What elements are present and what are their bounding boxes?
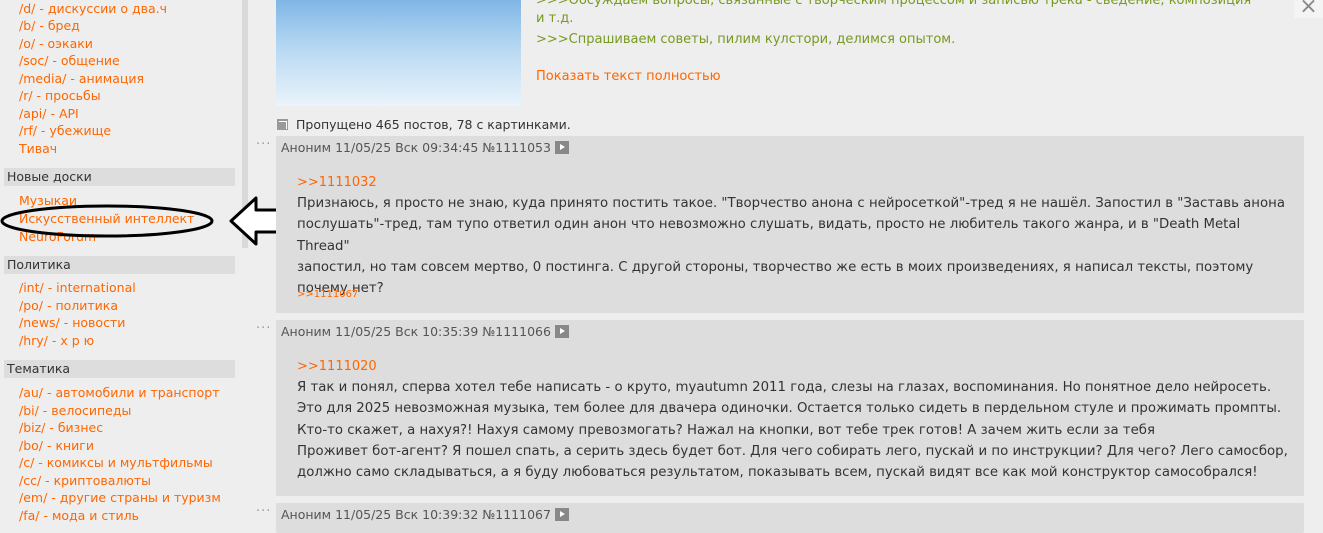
board-link-o[interactable]: /o/ - оэкаки (19, 35, 93, 52)
board-link-cc[interactable]: /cc/ - криптовалюты (19, 472, 151, 489)
board-link-bo[interactable]: /bo/ - книги (19, 437, 94, 454)
board-link-po[interactable]: /po/ - политика (19, 297, 118, 314)
board-link-em[interactable]: /em/ - другие страны и туризм (19, 489, 221, 506)
reply-link[interactable]: >>1111020 (297, 359, 377, 374)
post-header: Аноним 11/05/25 Вск 10:39:32 №1111067 (281, 507, 569, 522)
expand-icon[interactable] (277, 119, 288, 130)
show-full-text-link[interactable]: Показать текст полностью (536, 69, 721, 84)
board-link-biz[interactable]: /biz/ - бизнес (19, 419, 103, 436)
section-header-politics[interactable]: Политика (4, 256, 235, 274)
op-quote-line: >>>Обсуждаем вопросы, связанные с творче… (536, 0, 1252, 8)
sidebar: /d/ - дискуссии о два.ч /b/ - бред /o/ -… (0, 0, 242, 523)
post: ··· Аноним 11/05/25 Вск 10:35:39 №111106… (256, 320, 1304, 496)
post-header: Аноним 11/05/25 Вск 09:34:45 №1111053 (281, 140, 569, 155)
post-line: Кто-то скажет, а нахуя?! Нахуя самому пр… (297, 422, 1155, 438)
board-link-rf[interactable]: /rf/ - убежище (19, 122, 111, 139)
close-icon[interactable]: × (1294, 0, 1323, 18)
play-icon[interactable] (554, 141, 569, 154)
board-link-fa[interactable]: /fa/ - мода и стиль (19, 507, 139, 523)
board-link-news[interactable]: /news/ - новости (19, 314, 125, 331)
post-menu-dots[interactable]: ··· (256, 137, 271, 152)
play-icon[interactable] (554, 325, 569, 338)
board-link-api[interactable]: /api/ - API (19, 105, 79, 122)
board-link-au[interactable]: /au/ - автомобили и транспорт (19, 384, 219, 401)
op-quote-line: >>>Спрашиваем советы, пилим кулстори, де… (536, 32, 956, 47)
post-body: Я так и понял, сперва хотел тебе написат… (297, 377, 1297, 483)
board-link-bi[interactable]: /bi/ - велосипеды (19, 402, 131, 419)
backlink[interactable]: >>1111067 (297, 289, 358, 300)
post-body: Признаюсь, я просто не знаю, куда принят… (297, 193, 1297, 299)
post: ··· Аноним 11/05/25 Вск 10:39:32 №111106… (256, 503, 1304, 533)
post-menu-dots[interactable]: ··· (256, 504, 271, 519)
post-header-text: Аноним 11/05/25 Вск 10:39:32 №1111067 (281, 507, 551, 522)
post-header-text: Аноним 11/05/25 Вск 09:34:45 №1111053 (281, 140, 551, 155)
post-menu-dots[interactable]: ··· (256, 321, 271, 336)
board-link-c[interactable]: /c/ - комиксы и мультфильмы (19, 454, 213, 471)
omitted-posts-notice: Пропущено 465 постов, 78 с картинками. (277, 117, 571, 132)
post-line: послушать"-тред, там тупо ответил один а… (297, 217, 1241, 254)
post-line: Признаюсь, я просто не знаю, куда принят… (297, 196, 1285, 211)
board-link-int[interactable]: /int/ - international (19, 279, 136, 296)
board-link-hry[interactable]: /hry/ - х р ю (19, 332, 94, 349)
post-line: Я так и понял, сперва хотел тебе написат… (297, 380, 1272, 395)
section-header-themes[interactable]: Тематика (4, 360, 235, 378)
board-link-tivach[interactable]: Тивач (19, 140, 57, 157)
board-link-r[interactable]: /r/ - просьбы (19, 87, 101, 104)
post: ··· Аноним 11/05/25 Вск 09:34:45 №111105… (256, 136, 1304, 313)
board-link-soc[interactable]: /soc/ - общение (19, 52, 120, 69)
section-header-new-boards[interactable]: Новые доски (4, 168, 235, 186)
op-image[interactable] (276, 0, 521, 106)
post-header: Аноним 11/05/25 Вск 10:35:39 №1111066 (281, 324, 569, 339)
post-header-text: Аноним 11/05/25 Вск 10:35:39 №1111066 (281, 324, 551, 339)
post-line: должно само складываться, а я буду любов… (297, 465, 1258, 481)
reply-link[interactable]: >>1111032 (297, 175, 377, 190)
omitted-text: Пропущено 465 постов, 78 с картинками. (296, 117, 571, 132)
play-icon[interactable] (554, 508, 569, 521)
post-line: Проживет бот-агент? Я пошел спать, а сер… (297, 443, 1288, 459)
board-link-d[interactable]: /d/ - дискуссии о два.ч (19, 0, 167, 17)
post-line: Это для 2025 невозможная музыка, тем бол… (297, 401, 1282, 417)
board-link-media[interactable]: /media/ - анимация (19, 70, 144, 87)
op-quote-line: и т.д. (536, 11, 574, 26)
annotation-ellipse (0, 204, 214, 238)
post-line: почему нет? (297, 281, 384, 297)
board-link-b[interactable]: /b/ - бред (19, 17, 80, 34)
post-line: запостил, но там совсем мертво, 0 постин… (297, 259, 1254, 275)
